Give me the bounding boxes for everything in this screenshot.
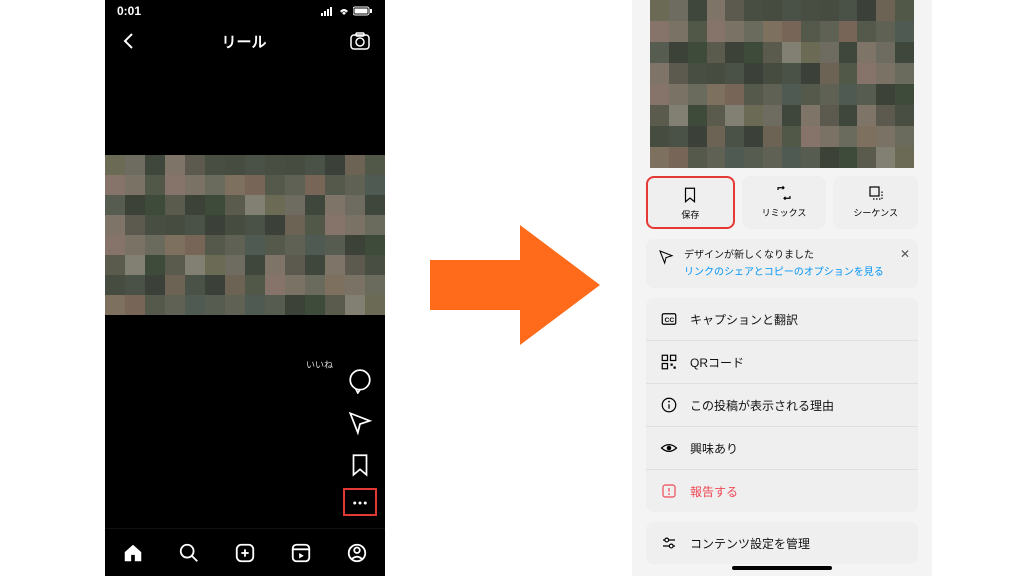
design-update-banner: デザインが新しくなりました リンクのシェアとコピーのオプションを見る ✕ [646,239,918,288]
menu-group-2: コンテンツ設定を管理 [646,522,918,564]
cc-icon: CC [660,310,678,328]
battery-icon [353,6,373,16]
menu-label: 興味あり [690,440,738,457]
status-bar: 0:01 [105,0,385,22]
nav-home-icon[interactable] [122,542,144,564]
camera-icon[interactable] [349,30,371,52]
wifi-icon [337,6,351,16]
video-content-mosaic-right [650,0,914,168]
sequence-button[interactable]: シーケンス [833,176,918,229]
nav-profile-icon[interactable] [346,542,368,564]
status-indicators [321,6,373,16]
status-time: 0:01 [117,4,141,18]
qr-icon [660,353,678,371]
comment-icon[interactable] [347,368,373,394]
menu-why-seeing[interactable]: この投稿が表示される理由 [646,384,918,427]
action-card-row: 保存 リミックス シーケンス [646,176,918,229]
remix-label: リミックス [762,206,807,219]
menu-group-1: CC キャプションと翻訳 QRコード この投稿が表示される理由 興味あり 報告す… [646,298,918,512]
back-icon[interactable] [119,31,139,51]
eye-icon [660,439,678,457]
arrow-icon [430,220,600,350]
svg-text:CC: CC [665,317,675,324]
sliders-icon [660,534,678,552]
report-icon [660,482,678,500]
phone-left: 0:01 リール いいね [105,0,385,576]
save-button[interactable]: 保存 [646,176,735,229]
bookmark-icon[interactable] [347,452,373,478]
save-label: 保存 [681,208,699,221]
menu-report[interactable]: 報告する [646,470,918,512]
likes-label: いいね [306,358,333,371]
header: リール [105,22,385,60]
action-sheet: 保存 リミックス シーケンス デザインが新しくなりました リンクのシェアとコピー… [632,176,932,564]
menu-label: QRコード [690,354,744,371]
menu-label: コンテンツ設定を管理 [690,535,810,552]
menu-label: キャプションと翻訳 [690,311,798,328]
bookmark-icon [681,186,699,204]
banner-text: デザインが新しくなりました [684,249,884,263]
nav-reels-icon[interactable] [290,542,312,564]
bottom-nav [105,528,385,576]
send-icon [658,249,674,265]
home-indicator [732,566,832,570]
sequence-icon [867,184,885,202]
menu-caption-translation[interactable]: CC キャプションと翻訳 [646,298,918,341]
menu-content-settings[interactable]: コンテンツ設定を管理 [646,522,918,564]
nav-create-icon[interactable] [234,542,256,564]
nav-search-icon[interactable] [178,542,200,564]
video-content-mosaic [105,155,385,315]
sequence-label: シーケンス [853,206,898,219]
banner-link[interactable]: リンクのシェアとコピーのオプションを見る [684,263,884,278]
info-icon [660,396,678,414]
menu-interested[interactable]: 興味あり [646,427,918,470]
signal-icon [321,6,335,16]
header-title: リール [221,31,266,52]
menu-label: この投稿が表示される理由 [690,397,834,414]
remix-button[interactable]: リミックス [742,176,827,229]
menu-label: 報告する [690,483,738,500]
menu-qr-code[interactable]: QRコード [646,341,918,384]
share-icon[interactable] [347,410,373,436]
action-sheet-panel: 保存 リミックス シーケンス デザインが新しくなりました リンクのシェアとコピー… [632,0,932,576]
remix-icon [775,184,793,202]
more-highlight-box [343,488,377,516]
close-icon[interactable]: ✕ [900,247,910,261]
